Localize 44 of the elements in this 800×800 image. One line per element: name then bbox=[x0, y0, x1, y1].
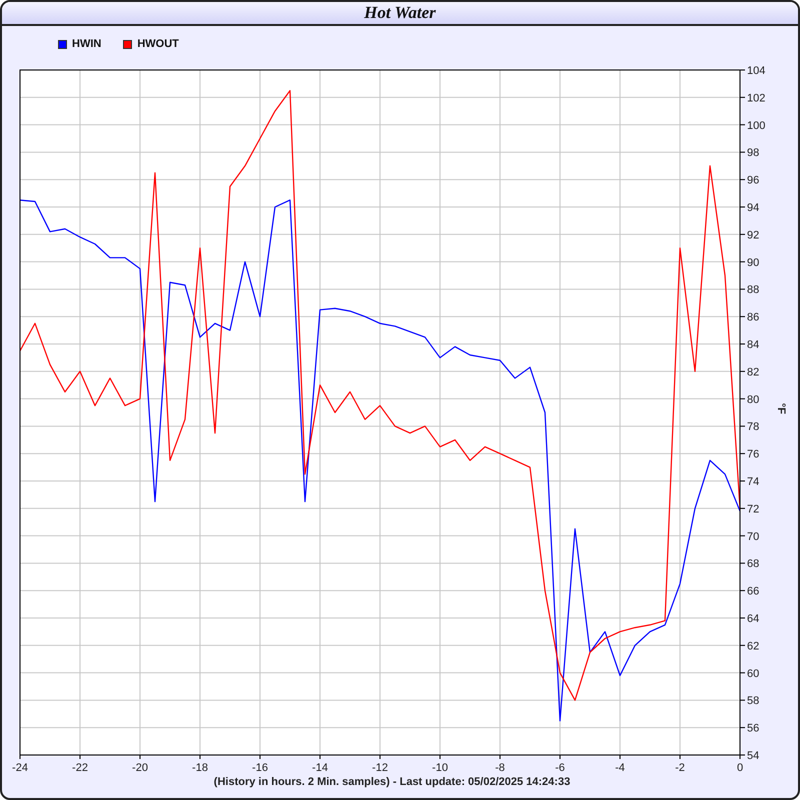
tick-label: 62 bbox=[747, 640, 760, 652]
tick-label: -20 bbox=[132, 762, 148, 774]
chart-title: Hot Water bbox=[364, 3, 436, 23]
legend-label: HWIN bbox=[72, 38, 102, 50]
tick-label: 92 bbox=[747, 229, 760, 242]
tick-label: 80 bbox=[747, 394, 760, 406]
tick-label: 84 bbox=[747, 339, 760, 351]
tick-label: -14 bbox=[312, 762, 328, 774]
tick-label: 86 bbox=[747, 312, 760, 324]
chart-caption: (History in hours. 2 Min. samples) - Last update: 05/02/2025 14:24:33 bbox=[214, 776, 570, 788]
tick-label: 56 bbox=[747, 722, 760, 735]
tick-label: 58 bbox=[747, 695, 760, 708]
tick-label: 100 bbox=[747, 120, 766, 132]
tick-label: -22 bbox=[72, 762, 88, 774]
tick-label: -8 bbox=[495, 762, 505, 774]
tick-label: 96 bbox=[747, 174, 760, 187]
tick-label: -6 bbox=[555, 762, 565, 774]
tick-label: -2 bbox=[675, 762, 685, 774]
tick-label: 72 bbox=[747, 503, 760, 516]
tick-label: 98 bbox=[747, 147, 760, 160]
tick-label: -4 bbox=[615, 762, 625, 774]
tick-label: 104 bbox=[747, 65, 766, 77]
tick-label: 70 bbox=[747, 530, 760, 543]
tick-label: 54 bbox=[747, 750, 760, 762]
tick-label: -18 bbox=[192, 762, 208, 774]
tick-label: 68 bbox=[747, 558, 760, 570]
tick-label: -10 bbox=[432, 762, 448, 774]
tick-label: 64 bbox=[747, 613, 760, 625]
tick-label: 66 bbox=[747, 586, 760, 598]
tick-label: 82 bbox=[747, 366, 760, 378]
axis-label: °F bbox=[775, 402, 787, 414]
tick-label: 78 bbox=[747, 421, 760, 434]
tick-label: -24 bbox=[12, 762, 28, 774]
tick-label: 76 bbox=[747, 448, 760, 461]
tick-label: 0 bbox=[736, 762, 744, 774]
tick-label: 88 bbox=[747, 284, 760, 296]
tick-label: 74 bbox=[747, 476, 760, 488]
legend-label: HWOUT bbox=[137, 38, 179, 50]
tick-label: -16 bbox=[252, 762, 268, 774]
tick-label: 102 bbox=[747, 92, 766, 104]
tick-label: 60 bbox=[747, 668, 760, 680]
tick-label: 94 bbox=[747, 202, 760, 214]
tick-label: 90 bbox=[747, 256, 760, 269]
tick-label: -12 bbox=[372, 762, 388, 774]
